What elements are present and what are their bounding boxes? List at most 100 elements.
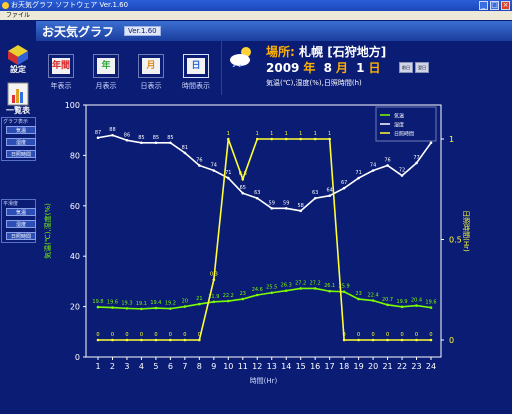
data-label: 74 xyxy=(211,163,217,169)
date-month: 8 xyxy=(323,61,332,75)
data-label: 0 xyxy=(96,332,99,338)
data-point xyxy=(313,137,317,141)
data-point xyxy=(299,287,302,290)
data-point xyxy=(328,194,331,198)
prev-day-button[interactable]: 前日 xyxy=(399,62,413,73)
data-point xyxy=(255,196,259,200)
list-button[interactable]: 一覧表 xyxy=(4,81,32,115)
data-point xyxy=(284,289,288,293)
data-point xyxy=(169,141,172,145)
view-day-button[interactable]: 月 xyxy=(138,54,164,78)
x-tick-label: 22 xyxy=(397,362,407,371)
data-label: 1 xyxy=(256,131,259,137)
x-tick-label: 2 xyxy=(110,362,115,371)
data-label: 19.1 xyxy=(136,301,147,307)
minimize-button[interactable]: _ xyxy=(479,1,488,10)
x-tick-label: 15 xyxy=(296,362,306,371)
data-point xyxy=(386,338,389,342)
x-tick-label: 1 xyxy=(95,362,100,371)
settings-label: 設定 xyxy=(10,65,26,74)
y-left-tick-label: 40 xyxy=(70,252,80,261)
graph-temp-button[interactable]: 気温 xyxy=(6,126,36,134)
data-label: 0.8 xyxy=(239,171,247,177)
app-icon xyxy=(2,2,9,9)
x-tick-label: 20 xyxy=(368,362,378,371)
month-view-icon: 年 xyxy=(97,58,115,74)
smooth-sunshine-button[interactable]: 日照時間 xyxy=(6,232,36,240)
data-label: 74 xyxy=(370,163,376,169)
data-label: 63 xyxy=(254,190,260,196)
data-label: 19.6 xyxy=(425,300,436,306)
data-point xyxy=(212,300,216,304)
data-point xyxy=(357,297,360,301)
data-point xyxy=(415,161,418,165)
data-label: 23 xyxy=(355,291,361,297)
data-point xyxy=(342,338,346,342)
graph-sunshine-button[interactable]: 日照時間 xyxy=(6,150,36,158)
y-left-tick-label: 0 xyxy=(75,353,80,362)
window-title: お天気グラフ ソフトウェア Ver.1.60 xyxy=(11,1,129,9)
date-year: 2009 xyxy=(266,61,300,75)
x-tick-label: 10 xyxy=(223,362,233,371)
x-tick-label: 21 xyxy=(382,362,392,371)
data-label: 0 xyxy=(386,332,389,338)
data-label: 27.2 xyxy=(295,280,306,286)
smooth-temp-button[interactable]: 気温 xyxy=(6,208,36,216)
data-label: 85 xyxy=(138,135,144,141)
data-label: 76 xyxy=(196,157,202,163)
data-point xyxy=(227,299,230,303)
chart-area: 0 20 40 60 80 100 0 0.5 1 1 2 3 4 5 6 7 8 9 10 11 12 13 14 15 16… xyxy=(36,95,512,410)
data-point xyxy=(125,307,129,310)
date-display: 2009 年 8月 1日 xyxy=(266,59,385,76)
data-point xyxy=(357,338,360,342)
x-tick-label: 4 xyxy=(139,362,144,371)
menu-file[interactable]: ファイル xyxy=(6,12,30,19)
y-right-tick-label: 0 xyxy=(449,336,454,345)
list-icon xyxy=(7,82,29,106)
location-name: 札幌 xyxy=(299,45,324,59)
data-point xyxy=(154,141,158,145)
data-point xyxy=(371,299,375,302)
smooth-humidity-button[interactable]: 湿度 xyxy=(6,220,36,228)
data-point xyxy=(371,169,375,172)
data-label: 85 xyxy=(167,135,173,141)
x-tick-label: 13 xyxy=(267,362,277,371)
data-label: 65 xyxy=(240,185,246,191)
settings-button[interactable]: 設定 xyxy=(4,41,32,74)
data-label: 1 xyxy=(328,131,331,137)
data-point xyxy=(429,141,433,145)
data-label: 0 xyxy=(111,332,114,338)
data-label: 81 xyxy=(182,145,188,151)
data-point xyxy=(198,302,201,306)
data-label: 88 xyxy=(109,127,115,133)
date-year-unit: 年 xyxy=(303,61,316,75)
close-button[interactable]: × xyxy=(501,1,510,10)
data-label: 58 xyxy=(298,203,304,209)
location-panel: 場所: 札幌 [石狩地方] 2009 年 8月 1日 前日 翌日 気温(℃),湿度… xyxy=(221,41,512,95)
weather-cloud-icon xyxy=(230,47,251,67)
data-point xyxy=(169,307,172,310)
x-tick-label: 8 xyxy=(197,362,202,371)
next-day-button[interactable]: 翌日 xyxy=(415,62,429,73)
graph-humidity-button[interactable]: 湿度 xyxy=(6,138,36,146)
data-label: 77 xyxy=(413,155,419,161)
data-point xyxy=(357,176,360,180)
sidebar: 設定 一覧表 グラフ表示 気温 湿度 日照時間 平滑度 気温 湿度 日照時間 xyxy=(0,21,36,410)
graph-display-title: グラフ表示 xyxy=(3,119,29,125)
data-point xyxy=(212,278,216,281)
view-day-label: 日表示 xyxy=(140,82,162,90)
maximize-button[interactable]: □ xyxy=(490,1,499,10)
y-left-axis-label: 気温(℃),湿度(%) xyxy=(43,203,52,259)
view-month-label: 月表示 xyxy=(95,82,117,90)
data-point xyxy=(183,338,187,342)
data-label: 23 xyxy=(240,291,246,297)
data-label: 1 xyxy=(227,131,230,137)
data-label: 19.3 xyxy=(121,300,132,306)
view-month-button[interactable]: 年 xyxy=(93,54,119,78)
x-tick-label: 16 xyxy=(310,362,320,371)
view-hour-button[interactable]: 日 xyxy=(183,54,209,78)
data-point xyxy=(212,169,216,172)
view-year-button[interactable]: 年間 xyxy=(48,54,74,78)
data-point xyxy=(140,338,143,342)
data-point xyxy=(227,176,230,180)
